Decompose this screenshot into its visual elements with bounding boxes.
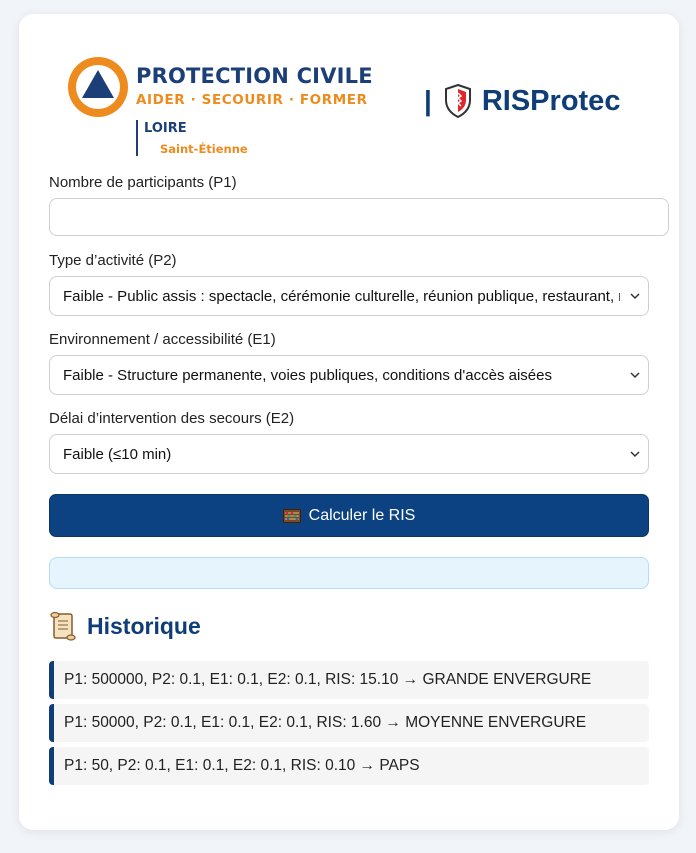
history-title: Historique xyxy=(87,612,201,639)
history-item: P1: 50000, P2: 0.1, E1: 0.1, E2: 0.1, RI… xyxy=(49,704,649,742)
region-divider xyxy=(136,120,138,156)
p1-label: Nombre de participants (P1) xyxy=(49,174,237,191)
protection-civile-logo xyxy=(68,57,128,117)
calculate-ris-label: Calculer le RIS xyxy=(308,506,416,524)
p2-label: Type d’activité (P2) xyxy=(49,252,177,269)
history-item: P1: 500000, P2: 0.1, E1: 0.1, E2: 0.1, R… xyxy=(49,661,649,699)
intervention-delay-value: Faible (≤10 min) xyxy=(63,445,172,463)
chevron-down-icon xyxy=(630,372,640,379)
app-brand: | RISProtec xyxy=(424,84,620,118)
e2-label: Délai d’intervention des secours (E2) xyxy=(49,410,295,427)
org-name: PROTECTION CIVILE xyxy=(136,64,373,88)
environment-value: Faible - Structure permanente, voies pub… xyxy=(63,366,552,384)
activity-type-value: Faible - Public assis : spectacle, cérém… xyxy=(63,287,620,305)
activity-type-select[interactable]: Faible - Public assis : spectacle, cérém… xyxy=(49,276,649,316)
history-heading: Historique xyxy=(49,611,201,641)
header: PROTECTION CIVILE AIDER · SECOURIR · FOR… xyxy=(48,40,648,160)
e1-label: Environnement / accessibilité (E1) xyxy=(49,331,276,348)
shield-icon xyxy=(444,84,471,118)
abacus-icon xyxy=(282,508,301,523)
intervention-delay-select[interactable]: Faible (≤10 min) xyxy=(49,434,649,474)
chevron-down-icon xyxy=(630,451,640,458)
org-region: LOIRE xyxy=(144,121,187,136)
scroll-icon xyxy=(50,611,76,641)
environment-select[interactable]: Faible - Structure permanente, voies pub… xyxy=(49,355,649,395)
chevron-down-icon xyxy=(630,293,640,300)
history-item: P1: 50, P2: 0.1, E1: 0.1, E2: 0.1, RIS: … xyxy=(49,747,649,785)
participants-input[interactable] xyxy=(49,198,669,236)
ris-result-box xyxy=(49,557,649,589)
org-city: Saint-Étienne xyxy=(160,142,248,156)
brand-separator: | xyxy=(424,85,432,116)
app-name: RISProtec xyxy=(481,84,621,117)
org-tagline: AIDER · SECOURIR · FORMER xyxy=(136,92,368,108)
calculate-ris-button[interactable]: Calculer le RIS xyxy=(49,494,649,537)
